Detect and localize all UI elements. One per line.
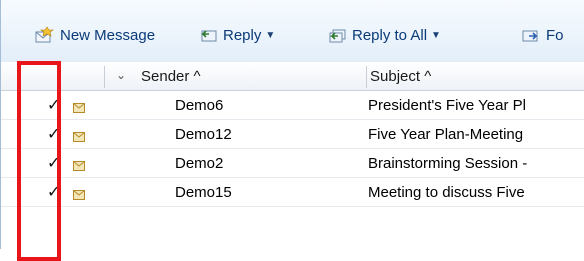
- reply-all-dropdown-icon[interactable]: ▼: [431, 30, 441, 41]
- envelope-icon: [73, 187, 85, 200]
- column-divider[interactable]: [366, 66, 367, 88]
- subject-column-header[interactable]: Subject ^: [370, 68, 431, 85]
- message-row[interactable]: ✓ Demo6 President's Five Year Pl: [1, 91, 584, 120]
- new-message-icon: [35, 26, 55, 44]
- reply-label: Reply: [223, 26, 262, 44]
- sender-cell: Demo2: [175, 155, 224, 172]
- sender-cell: Demo15: [175, 184, 232, 201]
- message-row[interactable]: ✓ Demo2 Brainstorming Session -: [1, 149, 584, 178]
- message-list-header: ⌄ Sender ^ Subject ^: [1, 62, 584, 91]
- read-check-icon: ✓: [47, 97, 61, 114]
- toolbar: New Message Reply ▼ Reply to All ▼ Fo: [1, 0, 584, 63]
- subject-cell: President's Five Year Pl: [368, 97, 526, 114]
- envelope-icon: [73, 129, 85, 142]
- read-check-icon: ✓: [47, 126, 61, 143]
- subject-cell: Meeting to discuss Five: [368, 184, 525, 201]
- message-row[interactable]: ✓ Demo12 Five Year Plan-Meeting: [1, 120, 584, 149]
- new-message-label: New Message: [60, 26, 156, 44]
- read-check-icon: ✓: [47, 155, 61, 172]
- reply-all-label: Reply to All: [352, 26, 428, 44]
- sender-cell: Demo12: [175, 126, 232, 143]
- subject-cell: Brainstorming Session -: [368, 155, 528, 172]
- subject-cell: Five Year Plan-Meeting: [368, 126, 524, 143]
- envelope-icon: [73, 100, 85, 113]
- reply-all-button[interactable]: Reply to All ▼: [327, 24, 441, 46]
- column-chooser-icon[interactable]: ⌄: [116, 68, 126, 82]
- forward-icon: [521, 26, 541, 44]
- sender-column-header[interactable]: Sender ^: [141, 68, 201, 85]
- new-message-button[interactable]: New Message: [35, 24, 155, 46]
- reply-icon: [198, 26, 218, 44]
- reply-dropdown-icon[interactable]: ▼: [265, 30, 275, 41]
- forward-button[interactable]: Fo: [521, 24, 564, 46]
- reply-button[interactable]: Reply ▼: [198, 24, 275, 46]
- column-divider[interactable]: [104, 66, 105, 88]
- read-check-icon: ✓: [47, 184, 61, 201]
- sender-cell: Demo6: [175, 97, 224, 114]
- message-row[interactable]: ✓ Demo15 Meeting to discuss Five: [1, 178, 584, 207]
- envelope-icon: [73, 158, 85, 171]
- reply-all-icon: [327, 26, 347, 44]
- forward-label: Fo: [546, 26, 564, 44]
